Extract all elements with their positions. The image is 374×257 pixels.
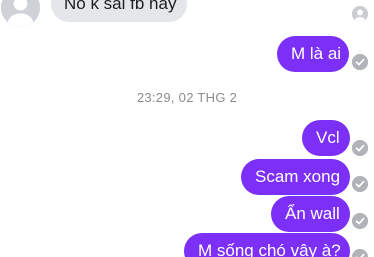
sent-message-bubble[interactable]: M sống chó vậy à? bbox=[184, 233, 350, 257]
sent-message-bubble[interactable]: Ẩn wall bbox=[271, 196, 350, 232]
sent-message-bubble[interactable]: Vcl bbox=[302, 120, 350, 156]
message-timestamp: 23:29, 02 THG 2 bbox=[136, 90, 238, 105]
check-circle-icon bbox=[352, 176, 368, 192]
check-circle-icon bbox=[352, 213, 368, 229]
check-circle-icon bbox=[352, 140, 368, 156]
check-circle-icon bbox=[352, 54, 368, 70]
sent-message-bubble[interactable]: M là ai bbox=[277, 36, 349, 72]
seen-status-avatar-icon bbox=[352, 6, 368, 22]
contact-avatar-icon[interactable] bbox=[1, 0, 40, 27]
sent-message-bubble[interactable]: Scam xong bbox=[241, 159, 350, 195]
chat-thread: Nó k sài fb nay M là ai 23:29, 02 THG 2 … bbox=[0, 0, 374, 257]
check-circle-icon bbox=[352, 249, 368, 257]
received-message-bubble[interactable]: Nó k sài fb nay bbox=[51, 0, 187, 22]
